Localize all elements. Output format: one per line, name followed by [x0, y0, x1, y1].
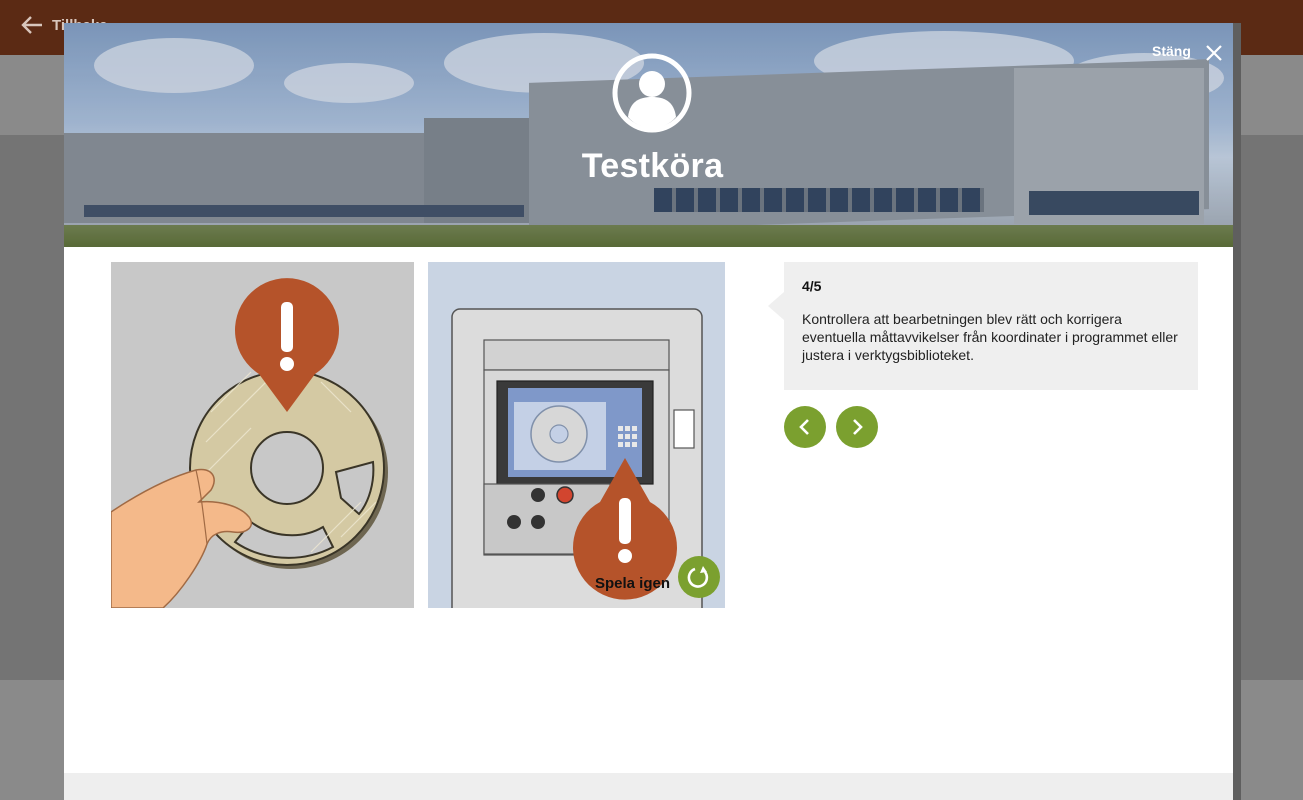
step-counter: 4/5 [802, 278, 822, 294]
replay-label[interactable]: Spela igen [595, 575, 670, 592]
modal-scrollbar[interactable] [1233, 23, 1241, 800]
chevron-left-icon [799, 419, 809, 435]
modal-footer [64, 773, 1233, 800]
illustration-control-panel [428, 262, 725, 608]
screen-part-preview [530, 405, 588, 463]
replay-icon [687, 566, 709, 588]
previous-step-button[interactable] [784, 406, 826, 448]
replay-button[interactable] [678, 556, 720, 598]
lesson-modal: Testköra Stäng Spela igen 4/5 Kontroller… [64, 23, 1241, 800]
next-step-button[interactable] [836, 406, 878, 448]
modal-title: Testköra [581, 147, 724, 185]
close-icon[interactable] [1204, 43, 1224, 63]
arrow-left-icon [21, 16, 42, 34]
illustration-part [111, 262, 414, 608]
chevron-right-icon [853, 419, 863, 435]
user-avatar-icon [612, 53, 692, 133]
instruction-bubble: 4/5 Kontrollera att bearbetningen blev r… [768, 262, 1198, 390]
step-instruction: Kontrollera att bearbetningen blev rätt … [802, 311, 1178, 363]
hero-banner [64, 23, 1233, 247]
close-label[interactable]: Stäng [1152, 43, 1191, 59]
